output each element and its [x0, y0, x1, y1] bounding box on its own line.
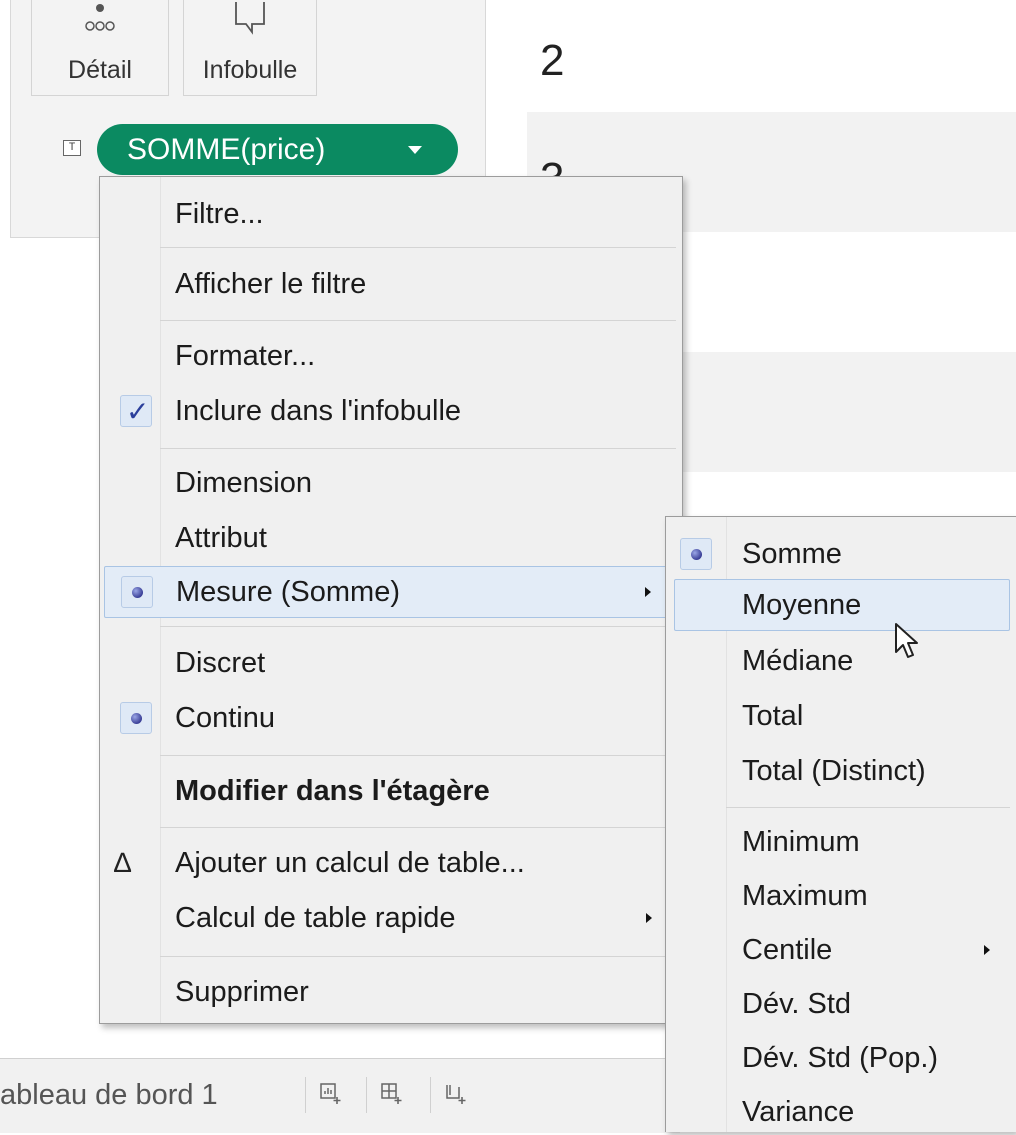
submenu-arrow-icon: [984, 945, 990, 955]
sheet-tab-bar: ableau de bord 1: [0, 1058, 680, 1133]
menu-item-filter[interactable]: Filtre...: [100, 191, 682, 237]
menu-separator: [726, 807, 1010, 808]
detail-dots-icon: [85, 4, 115, 31]
submenu-item-average[interactable]: Moyenne: [674, 579, 1010, 631]
menu-item-label: Discret: [175, 647, 266, 679]
menu-item-label: Afficher le filtre: [175, 268, 367, 300]
menu-separator: [160, 956, 676, 957]
menu-item-label: Filtre...: [175, 198, 264, 230]
submenu-item-median[interactable]: Médiane: [666, 638, 1016, 684]
submenu-arrow-icon: [645, 587, 651, 597]
submenu-item-sum[interactable]: Somme: [666, 531, 1016, 577]
menu-item-edit-in-shelf[interactable]: Modifier dans l'étagère: [100, 768, 682, 814]
radio-box: [121, 576, 153, 608]
submenu-arrow-icon: [646, 913, 652, 923]
menu-separator: [160, 320, 676, 321]
menu-item-label: Total: [742, 700, 804, 732]
menu-item-label: Dév. Std: [742, 988, 852, 1020]
menu-item-label: Maximum: [742, 880, 868, 912]
menu-item-attribute[interactable]: Attribut: [100, 515, 682, 561]
pill-label: SOMME(price): [127, 133, 326, 166]
mouse-cursor-icon: [895, 623, 918, 658]
menu-separator: [160, 827, 676, 828]
menu-item-label: Total (Distinct): [742, 755, 926, 787]
row-number: 2: [540, 36, 565, 85]
detail-label: Détail: [68, 56, 132, 84]
measure-submenu: Somme Moyenne Médiane Total Total (Disti…: [665, 516, 1016, 1132]
menu-item-label: Minimum: [742, 826, 860, 858]
submenu-item-maximum[interactable]: Maximum: [666, 873, 1016, 919]
radio-selected-icon: [131, 713, 142, 724]
menu-item-measure[interactable]: Mesure (Somme): [104, 566, 678, 618]
dashboard-tab[interactable]: ableau de bord 1: [0, 1079, 218, 1112]
pill-dropdown-icon[interactable]: [408, 146, 422, 154]
submenu-item-percentile[interactable]: Centile: [666, 927, 1016, 973]
menu-item-label: Supprimer: [175, 976, 309, 1008]
submenu-item-minimum[interactable]: Minimum: [666, 819, 1016, 865]
menu-item-add-table-calc[interactable]: ∆ Ajouter un calcul de table...: [100, 840, 682, 886]
radio-selected-icon: [132, 587, 143, 598]
submenu-item-std-dev[interactable]: Dév. Std: [666, 981, 1016, 1027]
tooltip-button[interactable]: Infobulle: [183, 0, 317, 96]
submenu-item-count-distinct[interactable]: Total (Distinct): [666, 748, 1016, 794]
menu-item-quick-table-calc[interactable]: Calcul de table rapide: [100, 895, 682, 941]
measure-pill[interactable]: SOMME(price): [97, 124, 458, 175]
menu-item-label: Dév. Std (Pop.): [742, 1042, 939, 1074]
tooltip-speech-bubble-icon: [235, 2, 265, 35]
submenu-item-std-dev-pop[interactable]: Dév. Std (Pop.): [666, 1035, 1016, 1081]
menu-item-label: Continu: [175, 702, 275, 734]
new-dashboard-icon[interactable]: [366, 1077, 417, 1113]
new-story-icon[interactable]: [430, 1077, 481, 1113]
menu-item-show-filter[interactable]: Afficher le filtre: [100, 261, 682, 307]
menu-item-dimension[interactable]: Dimension: [100, 460, 682, 506]
menu-item-remove[interactable]: Supprimer: [100, 969, 682, 1015]
menu-item-format[interactable]: Formater...: [100, 333, 682, 379]
menu-item-label: Attribut: [175, 522, 267, 554]
menu-item-label: Médiane: [742, 645, 854, 677]
radio-box: [120, 702, 152, 734]
menu-separator: [160, 755, 676, 756]
menu-separator: [160, 626, 676, 627]
menu-item-continuous[interactable]: Continu: [100, 695, 682, 741]
checkmark-icon: ✓: [126, 396, 150, 427]
tooltip-label: Infobulle: [202, 56, 298, 84]
menu-item-label: Calcul de table rapide: [175, 902, 456, 934]
menu-item-label: Dimension: [175, 467, 312, 499]
menu-item-label: Inclure dans l'infobulle: [175, 395, 462, 427]
menu-separator: [160, 247, 676, 248]
menu-separator: [160, 448, 676, 449]
delta-icon: ∆: [114, 847, 132, 878]
radio-box: [680, 538, 712, 570]
new-worksheet-icon[interactable]: [305, 1077, 356, 1113]
checkmark-box: ✓: [120, 395, 152, 427]
menu-item-label: Centile: [742, 934, 833, 966]
menu-item-label: Moyenne: [742, 589, 862, 621]
menu-item-label: Variance: [742, 1096, 855, 1128]
detail-button[interactable]: Détail: [31, 0, 169, 96]
menu-item-label: Modifier dans l'étagère: [175, 775, 490, 807]
menu-item-label: Somme: [742, 538, 842, 570]
menu-item-label: Formater...: [175, 340, 316, 372]
text-mark-icon: T: [63, 140, 81, 156]
submenu-item-variance[interactable]: Variance: [666, 1089, 1016, 1135]
pill-context-menu: Filtre... Afficher le filtre Formater...…: [99, 176, 683, 1024]
menu-item-discrete[interactable]: Discret: [100, 640, 682, 686]
menu-item-label: Ajouter un calcul de table...: [175, 847, 525, 879]
submenu-item-count[interactable]: Total: [666, 693, 1016, 739]
menu-item-label: Mesure (Somme): [176, 576, 400, 608]
radio-selected-icon: [691, 549, 702, 560]
menu-item-include-in-tooltip[interactable]: ✓ Inclure dans l'infobulle: [100, 388, 682, 434]
